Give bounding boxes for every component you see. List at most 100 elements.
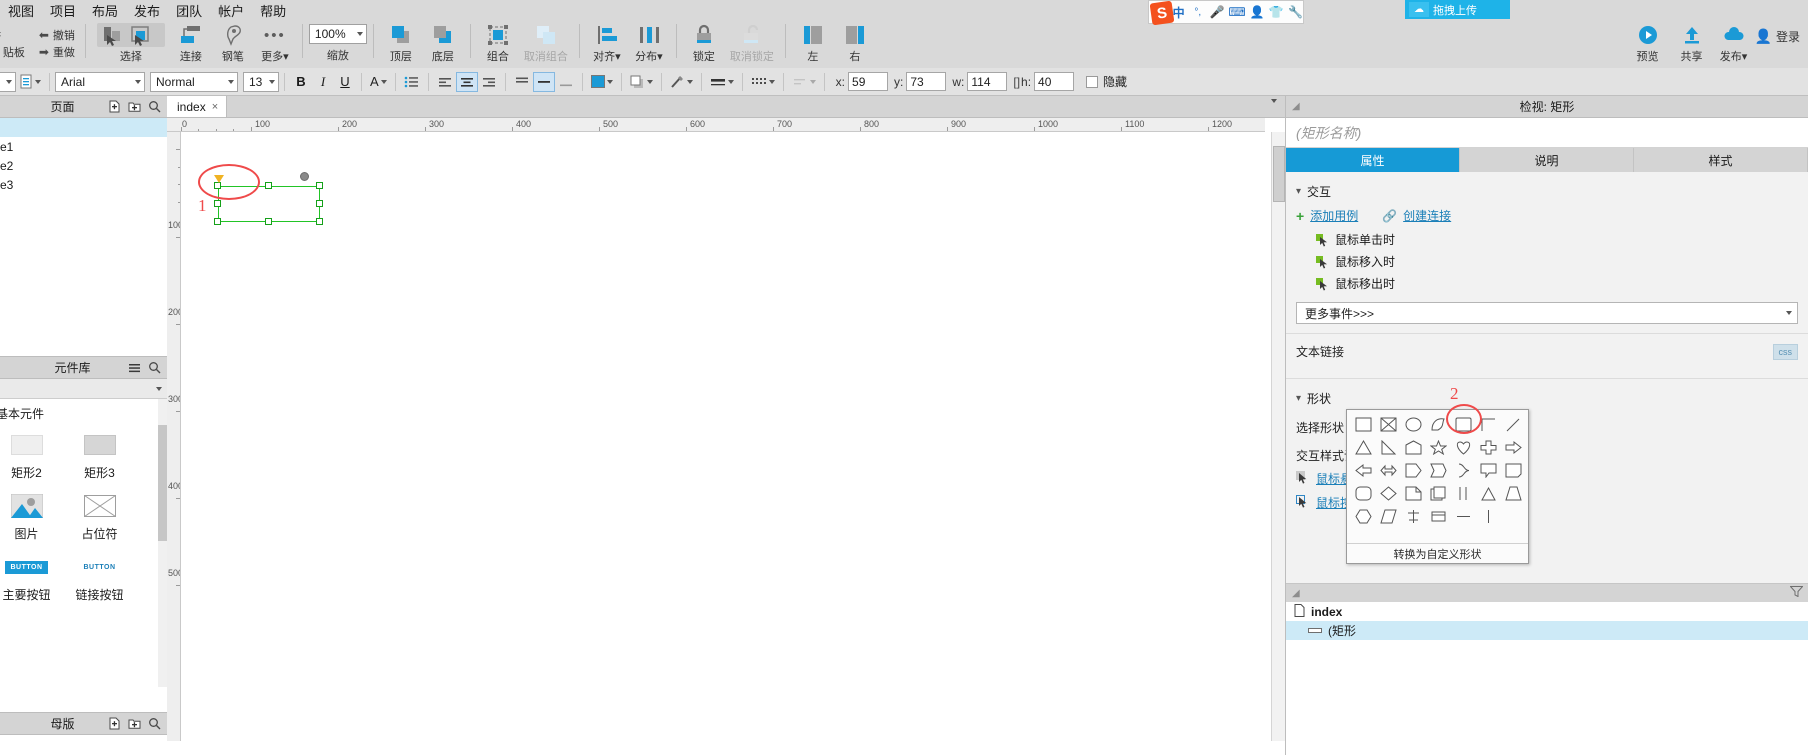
menu-item-help[interactable]: 帮助 (252, 0, 294, 21)
search-icon[interactable] (147, 100, 161, 114)
lock-ratio-icon[interactable]: [] (1013, 75, 1020, 89)
library-item-image[interactable]: 图片 (0, 485, 63, 546)
shape-bracket-right[interactable] (1451, 459, 1476, 482)
align-right-button[interactable] (478, 72, 500, 92)
close-icon[interactable]: × (212, 101, 218, 113)
design-canvas[interactable]: 1 (181, 132, 1265, 741)
tshirt-icon[interactable]: 👕 (1269, 5, 1284, 19)
library-item-placeholder[interactable]: 占位符 (63, 485, 136, 546)
shape-rectangle[interactable] (1351, 413, 1376, 436)
cut-row[interactable]: ✄ (0, 27, 25, 44)
preview-button[interactable]: 预览 (1627, 20, 1669, 64)
page-item-1[interactable]: e1 (0, 137, 167, 156)
wrench-icon[interactable]: 🔧 (1288, 5, 1303, 19)
distribute-button[interactable]: 分布▾ (628, 20, 670, 64)
resize-handle-s[interactable] (265, 218, 272, 225)
shape-ellipse[interactable] (1401, 413, 1426, 436)
add-case-link[interactable]: 添加用例 (1310, 207, 1358, 224)
align-left-button[interactable] (434, 72, 456, 92)
panel-right-button[interactable]: 右 (834, 20, 876, 64)
hide-checkbox[interactable] (1086, 75, 1099, 88)
italic-button[interactable]: I (312, 72, 334, 92)
resize-handle-sw[interactable] (214, 218, 221, 225)
resize-corner-icon[interactable]: ◢ (1292, 588, 1300, 599)
drag-upload-button[interactable]: ☁ 拖拽上传 (1405, 0, 1510, 19)
page-item-0[interactable] (0, 118, 167, 137)
library-item-rectangle2[interactable]: 矩形2 (0, 424, 63, 485)
shape-pipes[interactable] (1451, 482, 1476, 505)
search-icon[interactable] (147, 717, 161, 731)
h-input[interactable]: 40 (1034, 72, 1075, 91)
shape-section-header[interactable]: ▾ 形状 (1296, 385, 1808, 411)
css-effect-button[interactable]: css (1772, 343, 1798, 360)
zoom-select[interactable]: 100% (308, 24, 367, 44)
pages-list[interactable]: e1 e2 e3 (0, 118, 167, 356)
line-width-button[interactable] (707, 72, 737, 92)
align-center-button[interactable] (455, 71, 478, 92)
resize-handle-ne[interactable] (316, 182, 323, 189)
hamburger-icon[interactable] (127, 361, 141, 375)
more-events-select[interactable]: 更多事件>>> (1296, 302, 1798, 324)
library-source-select[interactable] (0, 379, 167, 399)
ungroup-button[interactable]: 取消组合 (519, 20, 573, 64)
library-item-rectangle3[interactable]: 矩形3 (63, 424, 136, 485)
shape-rect-x[interactable] (1376, 413, 1401, 436)
shape-document[interactable] (1426, 482, 1451, 505)
line-color-button[interactable] (667, 72, 696, 92)
shape-tab-right[interactable] (1401, 459, 1426, 482)
menu-item-layout[interactable]: 布局 (84, 0, 126, 21)
shape-arc[interactable] (1501, 413, 1526, 436)
rotate-handle[interactable] (300, 172, 309, 181)
add-folder-icon[interactable] (127, 100, 141, 114)
shape-arrow-left[interactable] (1351, 459, 1376, 482)
undo-button[interactable]: ⬅ 撤销 (39, 27, 75, 44)
page-item-2[interactable]: e2 (0, 156, 167, 175)
shape-flag[interactable] (1426, 459, 1451, 482)
shape-hexagon[interactable] (1351, 505, 1376, 528)
page-item-3[interactable]: e3 (0, 175, 167, 194)
publish-button[interactable]: 发布▾ (1713, 20, 1755, 64)
connect-tool-button[interactable]: 连接 (170, 20, 212, 64)
outline-row-index[interactable]: index (1286, 602, 1808, 621)
redo-button[interactable]: ➡ 重做 (39, 44, 75, 61)
resize-handle-e[interactable] (316, 200, 323, 207)
valign-bottom-button[interactable] (555, 72, 577, 92)
library-scrollbar[interactable] (158, 399, 167, 687)
pen-tool-button[interactable]: 钢笔 (212, 20, 254, 64)
shape-star[interactable] (1426, 436, 1451, 459)
bullet-list-button[interactable] (401, 72, 423, 92)
tab-index[interactable]: index × (167, 96, 228, 117)
lock-button[interactable]: 锁定 (683, 20, 725, 64)
event-onmouseenter[interactable]: 鼠标移入时 (1296, 250, 1808, 272)
share-button[interactable]: 共享 (1671, 20, 1713, 64)
shape-right-triangle[interactable] (1376, 436, 1401, 459)
widget-name-input[interactable]: (矩形名称) (1286, 118, 1808, 148)
shape-heart[interactable] (1451, 436, 1476, 459)
resize-handle-w[interactable] (214, 200, 221, 207)
shape-trapezoid[interactable] (1501, 482, 1526, 505)
outline-tree[interactable]: index (矩形 (1286, 602, 1808, 755)
menu-item-publish[interactable]: 发布 (126, 0, 168, 21)
bring-front-button[interactable]: 顶层 (380, 20, 422, 64)
tab-overflow-button[interactable] (1271, 99, 1277, 117)
shape-arrow-lr[interactable] (1376, 459, 1401, 482)
shape-rounded-rect[interactable] (1351, 482, 1376, 505)
resize-corner-icon[interactable]: ◢ (1292, 101, 1300, 112)
canvas-vertical-scrollbar[interactable] (1271, 132, 1285, 741)
tab-style[interactable]: 样式 (1634, 148, 1808, 172)
shape-triangle[interactable] (1351, 436, 1376, 459)
user-icon[interactable]: 👤 (1250, 5, 1265, 19)
valign-middle-button[interactable] (532, 71, 555, 92)
group-button[interactable]: 组合 (477, 20, 519, 64)
font-size-select[interactable]: 13 (243, 71, 279, 92)
w-input[interactable]: 114 (967, 72, 1008, 91)
menu-item-view[interactable]: 视图 (0, 0, 42, 21)
shape-slanted[interactable] (1376, 505, 1401, 528)
keyboard-icon[interactable]: ⌨ (1228, 5, 1245, 19)
canvas-scroll-thumb[interactable] (1273, 146, 1285, 202)
convert-custom-shape-button[interactable]: 转换为自定义形状 (1347, 543, 1528, 563)
event-onclick[interactable]: 鼠标单击时 (1296, 228, 1808, 250)
menu-item-account[interactable]: 帐户 (210, 0, 252, 21)
search-icon[interactable] (147, 361, 161, 375)
x-input[interactable]: 59 (848, 72, 889, 91)
